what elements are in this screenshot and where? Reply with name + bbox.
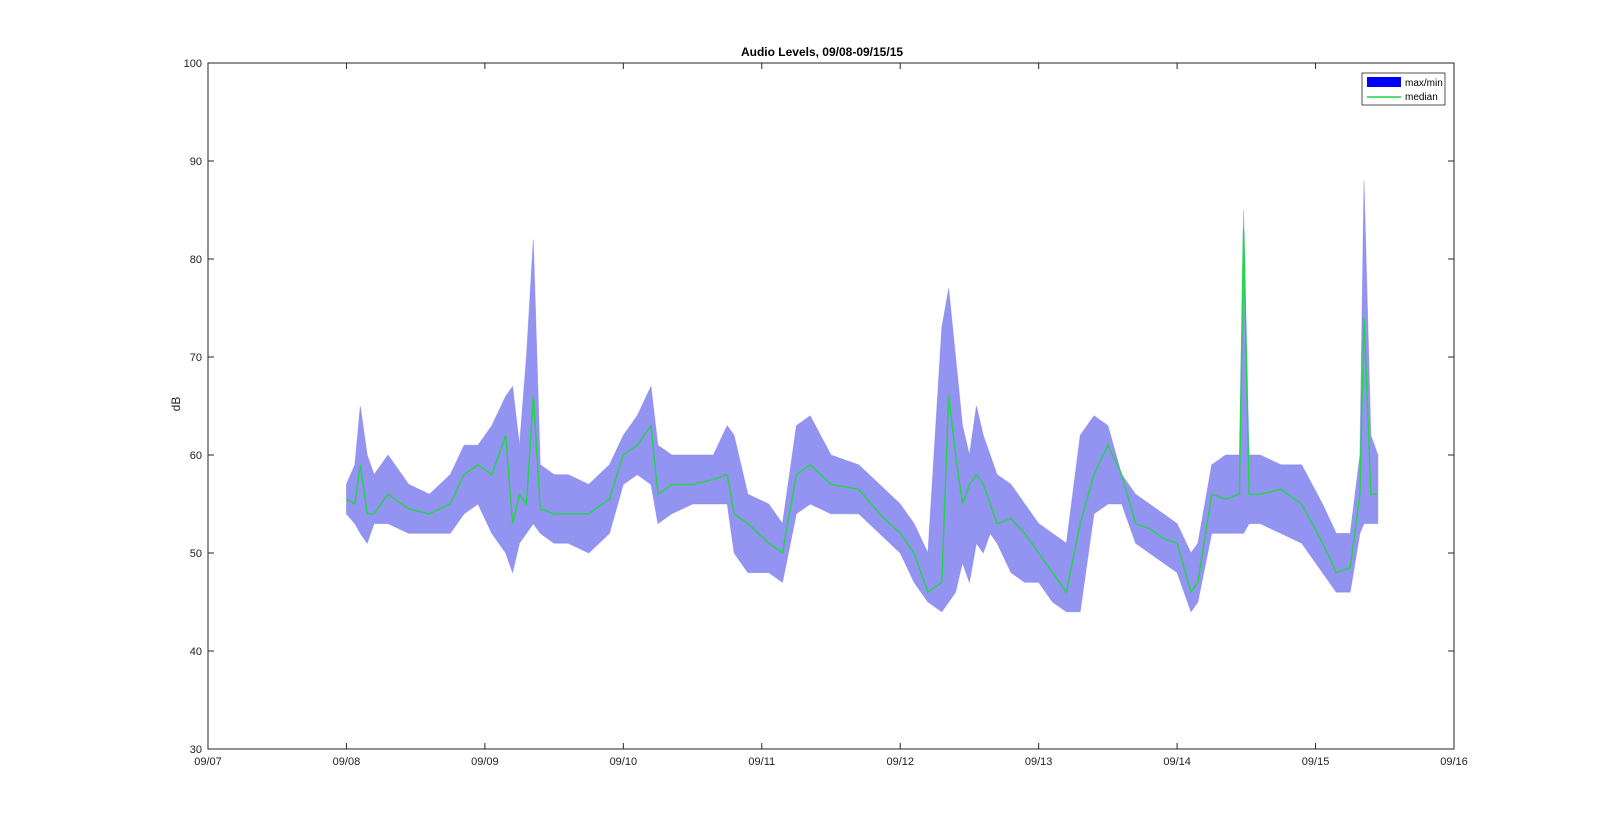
y-tick-label: 40 (190, 646, 202, 658)
y-tick-label: 30 (190, 744, 202, 756)
x-tick-label: 09/14 (1163, 756, 1191, 768)
audio-levels-chart: Audio Levels, 09/08-09/15/15 dB 09/07 09/… (169, 45, 1468, 768)
legend-label-median: median (1405, 92, 1438, 103)
x-tick-label: 09/13 (1025, 756, 1053, 768)
x-tick-label: 09/08 (333, 756, 361, 768)
y-axis: 30 40 50 60 70 80 90 100 (184, 58, 1454, 756)
x-tick-label: 09/11 (748, 756, 775, 768)
y-tick-label: 90 (190, 156, 202, 168)
x-tick-label: 09/07 (194, 756, 222, 768)
legend-label-max-min: max/min (1405, 78, 1443, 89)
x-tick-label: 09/15 (1302, 756, 1330, 768)
x-tick-label: 09/16 (1440, 756, 1468, 768)
legend: max/min median (1361, 72, 1446, 106)
y-tick-label: 100 (184, 58, 202, 70)
plot-area (346, 180, 1379, 613)
x-tick-label: 09/12 (886, 756, 914, 768)
chart-title: Audio Levels, 09/08-09/15/15 (741, 45, 903, 59)
plot-frame (207, 62, 1455, 750)
y-tick-label: 60 (190, 450, 202, 462)
x-axis: 09/07 09/08 09/09 09/10 09/11 09/12 09/13 09/14… (194, 63, 1468, 768)
y-tick-label: 70 (190, 352, 202, 364)
x-tick-label: 09/10 (610, 756, 638, 768)
legend-swatch-max-min (1367, 77, 1401, 87)
x-tick-label: 09/09 (471, 756, 499, 768)
y-tick-label: 80 (190, 254, 202, 266)
y-tick-label: 50 (190, 548, 202, 560)
y-axis-label: dB (169, 397, 183, 412)
max-min-band (346, 180, 1379, 613)
